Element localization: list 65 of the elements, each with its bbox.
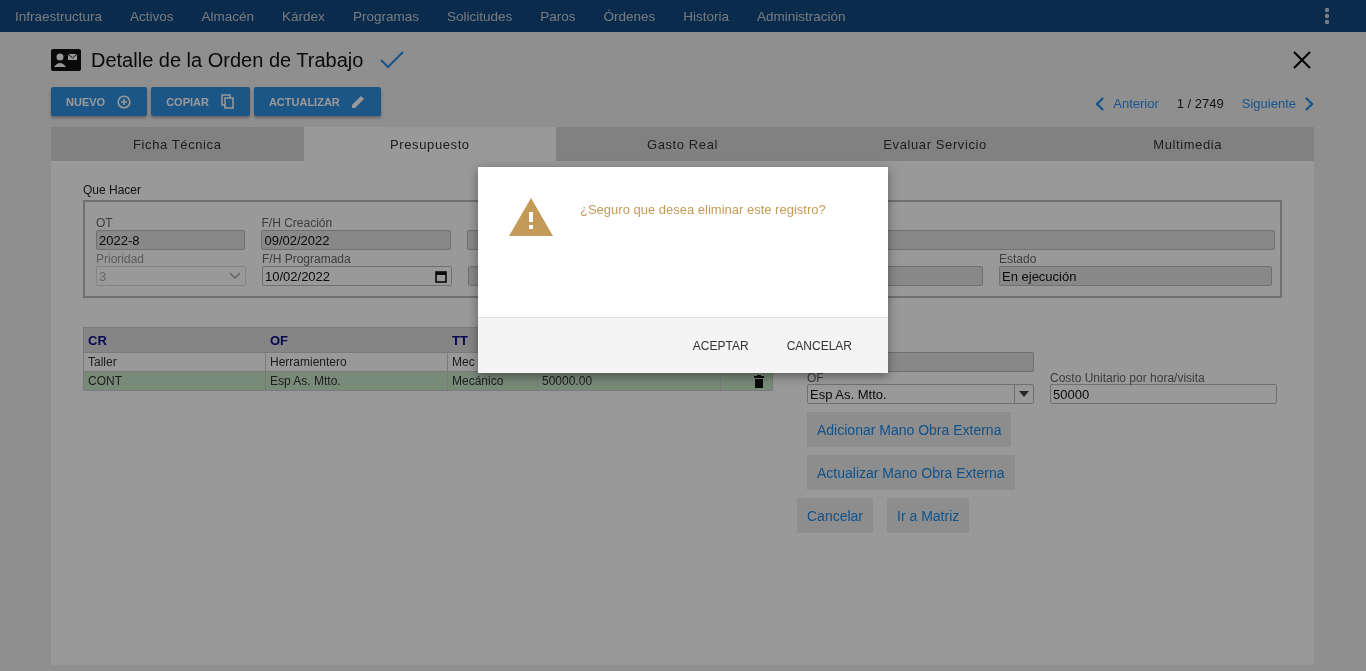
calendar-icon[interactable]	[435, 269, 447, 283]
combo-box[interactable]: Esp As. Mtto.	[807, 384, 1034, 404]
chevron-left-icon[interactable]	[1095, 96, 1106, 111]
tab[interactable]: Ficha Técnica	[51, 127, 304, 161]
add-circle-icon	[117, 94, 132, 109]
action-button[interactable]: COPIAR	[151, 87, 250, 116]
table-cell: 50000.00	[542, 374, 593, 388]
section-label: Que Hacer	[83, 183, 143, 197]
copy-icon	[220, 94, 234, 109]
page-title: Detalle de la Orden de Trabajo	[91, 48, 364, 72]
chevron-right-icon[interactable]	[1304, 96, 1314, 111]
input-field[interactable]: 2022-8	[96, 230, 246, 250]
table-row[interactable]: CONT Esp As. Mtto. Mecánico 50000.00	[84, 371, 772, 390]
chevron-down-icon	[229, 272, 241, 280]
column-header[interactable]: CR	[88, 332, 107, 348]
action-button[interactable]: Actualizar Mano Obra Externa	[807, 455, 1015, 490]
table-cell: Mecánico	[452, 374, 504, 388]
date-field[interactable]: 10/02/2022	[262, 266, 452, 286]
id-card-icon	[51, 49, 81, 71]
input-field[interactable]: 09/02/2022	[261, 230, 451, 250]
column-header[interactable]: OF	[270, 332, 289, 348]
warning-icon	[508, 197, 554, 237]
table-cell: Mec	[452, 355, 475, 369]
dialog-message: ¿Seguro que desea eliminar este registro?	[580, 202, 826, 217]
nav-link[interactable]: Órdenes	[603, 8, 656, 24]
field-label: Costo Unitario por hora/visita	[1050, 372, 1206, 384]
table-cell: CONT	[88, 374, 122, 388]
pencil-icon	[351, 95, 365, 108]
trash-icon[interactable]	[754, 374, 764, 388]
action-button[interactable]: ACTUALIZAR	[253, 87, 381, 116]
nav-link[interactable]: Almacén	[201, 8, 255, 24]
column-header[interactable]: TT	[452, 332, 468, 348]
nav-link[interactable]: Solicitudes	[446, 8, 513, 24]
nav-link[interactable]: Kárdex	[282, 8, 325, 24]
tab[interactable]: Multimedia	[1061, 127, 1314, 161]
field-label: F/H Programada	[262, 252, 351, 266]
close-icon[interactable]	[1293, 51, 1311, 69]
action-button[interactable]: NUEVO	[51, 87, 148, 116]
dialog-button[interactable]: CANCELAR	[770, 330, 868, 361]
nav-link[interactable]: Historia	[683, 8, 730, 24]
nav-link[interactable]: Administración	[757, 8, 846, 24]
more-menu-icon[interactable]	[1324, 7, 1330, 25]
page-position: 1 / 2749	[1176, 96, 1224, 111]
next-link[interactable]: Siguiente	[1241, 96, 1296, 111]
field-label: Estado	[999, 252, 1037, 266]
previous-link[interactable]: Anterior	[1113, 96, 1159, 111]
tab[interactable]: Evaluar Servicio	[808, 127, 1062, 161]
input-field[interactable]: En ejecución	[999, 266, 1272, 286]
table-cell: Esp As. Mtto.	[270, 374, 341, 388]
footer-button[interactable]: Ir a Matriz	[887, 498, 970, 533]
table-cell: Taller	[88, 355, 117, 369]
nav-link[interactable]: Paros	[540, 8, 576, 24]
nav-link[interactable]: Programas	[352, 8, 419, 24]
footer-button[interactable]: Cancelar	[797, 498, 874, 533]
field-label: OF	[807, 372, 825, 384]
tab[interactable]: Presupuesto	[303, 127, 557, 161]
nav-link[interactable]: Infraestructura	[15, 8, 103, 24]
field-label: OT	[96, 216, 113, 230]
table-cell: Herramientero	[270, 355, 347, 369]
tab[interactable]: Gasto Real	[556, 127, 809, 161]
field-label: Prioridad	[96, 252, 145, 266]
action-button[interactable]: Adicionar Mano Obra Externa	[807, 412, 1012, 447]
nav-link[interactable]: Activos	[130, 8, 174, 24]
input-field[interactable]: 50000	[1050, 384, 1277, 404]
field-label: F/H Creación	[261, 216, 333, 230]
